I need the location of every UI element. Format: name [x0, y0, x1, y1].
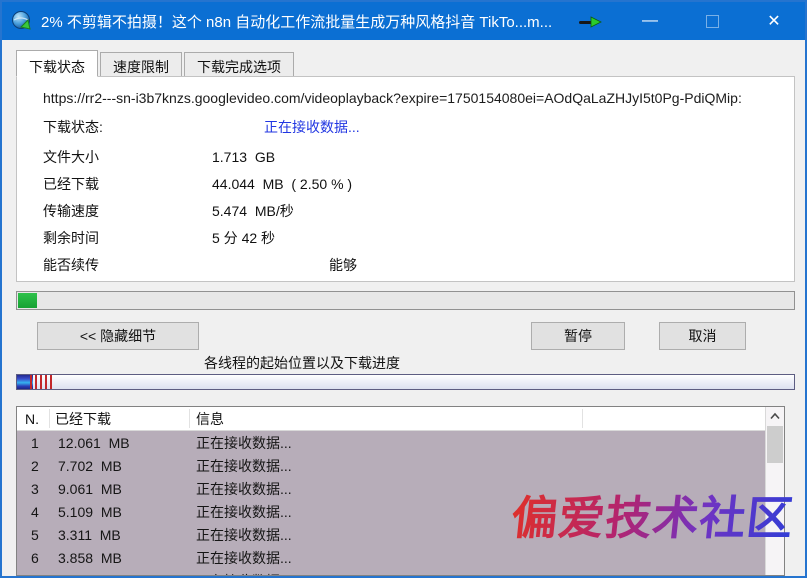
thread-row[interactable]: 2 7.702 MB 正在接收数据...: [17, 455, 765, 478]
cancel-button[interactable]: 取消: [659, 322, 746, 350]
stat-label: 传输速度: [43, 198, 99, 225]
threads-caption: 各线程的起始位置以及下载进度: [2, 353, 602, 373]
progress-fill: [18, 293, 37, 308]
stat-value: 44.044 MB ( 2.50 % ): [212, 171, 352, 198]
thread-number: 6: [31, 547, 39, 570]
thread-number: 4: [31, 501, 39, 524]
download-status-panel: https://rr2---sn-i3b7knzs.googlevideo.co…: [16, 76, 795, 282]
thread-number: 3: [31, 478, 39, 501]
column-header-1[interactable]: N.: [25, 407, 39, 431]
stats-list: 文件大小1.713 GB已经下载44.044 MB ( 2.50 % )传输速度…: [43, 144, 782, 279]
status-label: 下载状态:: [43, 117, 103, 137]
stat-label: 剩余时间: [43, 225, 99, 252]
stat-value: 5.474 MB/秒: [212, 198, 294, 225]
vertical-scrollbar[interactable]: [765, 407, 784, 575]
stat-row: 能否续传 能够: [43, 252, 782, 279]
thread-progress-map: [16, 374, 795, 390]
stat-row: 传输速度 5.474 MB/秒: [43, 198, 782, 225]
thread-number: 5: [31, 524, 39, 547]
column-header-3[interactable]: 信息: [196, 407, 224, 431]
threads-table: N. 已经下载 信息 1 12.061 MB 正在接收数据... 2 7.702 MB 正在接…: [16, 406, 785, 576]
thread-downloaded: 9.061 MB: [58, 478, 122, 501]
thread-number: 1: [31, 432, 39, 455]
thread-row[interactable]: 6 3.858 MB 正在接收数据...: [17, 547, 765, 570]
stat-label: 文件大小: [43, 144, 99, 171]
titlebar[interactable]: 2% 不剪辑不拍摄！这个 n8n 自动化工作流批量生成万种风格抖音 TikTo.…: [2, 2, 805, 40]
maximize-button[interactable]: [681, 2, 743, 40]
stat-label: 能否续传: [43, 252, 99, 279]
pause-button[interactable]: 暂停: [531, 322, 625, 350]
idm-download-window: 2% 不剪辑不拍摄！这个 n8n 自动化工作流批量生成万种风格抖音 TikTo.…: [0, 0, 807, 578]
window-title: 2% 不剪辑不拍摄！这个 n8n 自动化工作流批量生成万种风格抖音 TikTo.…: [41, 11, 552, 32]
scrollbar-thumb[interactable]: [767, 426, 783, 463]
thread-info: 正在接收数据...: [196, 501, 292, 524]
tab-下载状态[interactable]: 下载状态: [16, 50, 98, 77]
stat-row: 文件大小 1.713 GB: [43, 144, 782, 171]
column-divider: [582, 409, 583, 428]
thread-row[interactable]: 5 3.311 MB 正在接收数据...: [17, 524, 765, 547]
download-url: https://rr2---sn-i3b7knzs.googlevideo.co…: [43, 90, 784, 106]
maximize-icon: [706, 15, 719, 28]
drag-download-arrow-icon: [578, 15, 604, 27]
thread-downloaded: 3.858 MB: [58, 547, 122, 570]
column-divider: [189, 409, 190, 428]
thread-info: 正在接收数据...: [196, 570, 292, 576]
status-row: 下载状态: 正在接收数据...: [43, 117, 103, 137]
tab-strip: 下载状态速度限制下载完成选项: [16, 50, 296, 77]
dialog-client-area: 下载状态速度限制下载完成选项 https://rr2---sn-i3b7knzs…: [2, 40, 805, 576]
thread-info: 正在接收数据...: [196, 455, 292, 478]
column-divider: [49, 409, 50, 428]
hide-details-button[interactable]: << 隐藏细节: [37, 322, 199, 350]
thread-downloaded: 12.061 MB: [58, 432, 130, 455]
thread-info: 正在接收数据...: [196, 432, 292, 455]
stat-row: 剩余时间 5 分 42 秒: [43, 225, 782, 252]
scroll-up-button[interactable]: [766, 407, 784, 425]
thread-info: 正在接收数据...: [196, 524, 292, 547]
main-progress-bar: [16, 291, 795, 310]
thread-downloaded: 736.000 KB: [58, 570, 135, 576]
thread-number: 7: [31, 570, 39, 576]
thread-info: 正在接收数据...: [196, 547, 292, 570]
close-button[interactable]: ✕: [743, 2, 805, 40]
thread-downloaded: 5.109 MB: [58, 501, 122, 524]
tab-速度限制[interactable]: 速度限制: [100, 52, 182, 77]
table-header: N. 已经下载 信息: [17, 407, 765, 431]
table-body: 1 12.061 MB 正在接收数据... 2 7.702 MB 正在接收数据... 3 9.…: [17, 432, 765, 575]
minimize-button[interactable]: —: [619, 2, 681, 40]
status-value: 正在接收数据...: [264, 117, 360, 137]
thread-downloaded: 7.702 MB: [58, 455, 122, 478]
thread-row[interactable]: 4 5.109 MB 正在接收数据...: [17, 501, 765, 524]
tab-下载完成选项[interactable]: 下载完成选项: [184, 52, 294, 77]
idm-app-icon: [11, 10, 33, 32]
stat-row: 已经下载 44.044 MB ( 2.50 % ): [43, 171, 782, 198]
column-header-2[interactable]: 已经下载: [55, 407, 111, 431]
chevron-up-icon: [770, 412, 780, 420]
thread-info: 正在接收数据...: [196, 478, 292, 501]
stat-label: 已经下载: [43, 171, 99, 198]
thread-row[interactable]: 1 12.061 MB 正在接收数据...: [17, 432, 765, 455]
thread-row[interactable]: 7 736.000 KB 正在接收数据...: [17, 570, 765, 576]
thread-start-markers: [30, 375, 54, 389]
stat-value: 1.713 GB: [212, 144, 275, 171]
thread-number: 2: [31, 455, 39, 478]
thread-downloaded: 3.311 MB: [58, 524, 121, 547]
stat-value: 能够: [329, 252, 357, 279]
stat-value: 5 分 42 秒: [212, 225, 275, 252]
thread-row[interactable]: 3 9.061 MB 正在接收数据...: [17, 478, 765, 501]
